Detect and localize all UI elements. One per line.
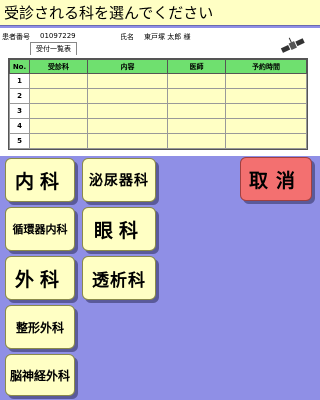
row-doctor bbox=[167, 103, 226, 119]
department-button-neurosurgery[interactable]: 脳神経外科 bbox=[5, 354, 75, 396]
row-number: 4 bbox=[9, 118, 30, 134]
reception-list-tab: 受付一覧表 bbox=[30, 42, 77, 55]
patient-name-label: 氏名 bbox=[120, 33, 134, 41]
table-header-row: No. 受診科 内容 医師 予約時間 bbox=[9, 59, 307, 74]
row-number: 5 bbox=[9, 133, 30, 149]
table-row: 5 bbox=[9, 133, 307, 149]
page-title: 受診される科を選んでください bbox=[0, 0, 320, 26]
department-button-orthopedics[interactable]: 整形外科 bbox=[5, 305, 75, 349]
department-button-cardio[interactable]: 循環器内科 bbox=[5, 207, 75, 251]
table-row: 3 bbox=[9, 103, 307, 119]
row-content bbox=[87, 73, 168, 89]
row-doctor bbox=[167, 133, 226, 149]
row-dept bbox=[29, 133, 88, 149]
cancel-button[interactable]: 取消 bbox=[240, 157, 312, 201]
table-row: 2 bbox=[9, 88, 307, 104]
department-button-surgery[interactable]: 外科 bbox=[5, 256, 75, 300]
department-button-urology[interactable]: 泌尿器科 bbox=[82, 158, 156, 202]
row-content bbox=[87, 103, 168, 119]
row-number: 1 bbox=[9, 73, 30, 89]
department-button-internal[interactable]: 内科 bbox=[5, 158, 75, 202]
row-doctor bbox=[167, 118, 226, 134]
row-dept bbox=[29, 73, 88, 89]
patient-name-value: 東戸塚 太郎 様 bbox=[144, 33, 191, 41]
column-header-time: 予約時間 bbox=[225, 59, 307, 74]
row-time bbox=[225, 73, 307, 89]
department-button-ophthalmology[interactable]: 眼科 bbox=[82, 207, 156, 251]
department-button-dialysis[interactable]: 透析科 bbox=[82, 256, 156, 300]
column-header-no: No. bbox=[9, 59, 30, 74]
column-header-dept: 受診科 bbox=[29, 59, 88, 74]
column-header-content: 内容 bbox=[87, 59, 168, 74]
row-content bbox=[87, 88, 168, 104]
row-content bbox=[87, 118, 168, 134]
patient-id-label: 患者番号 bbox=[2, 33, 30, 41]
row-number: 3 bbox=[9, 103, 30, 119]
reception-info-panel: 患者番号 01097229 氏名 東戸塚 太郎 様 受付一覧表 No. 受診科 … bbox=[0, 28, 320, 156]
row-number: 2 bbox=[9, 88, 30, 104]
reception-table: No. 受診科 内容 医師 予約時間 1 2 3 4 5 bbox=[8, 58, 308, 150]
row-doctor bbox=[167, 88, 226, 104]
row-dept bbox=[29, 118, 88, 134]
patient-id-value: 01097229 bbox=[40, 32, 76, 40]
column-header-doctor: 医師 bbox=[167, 59, 226, 74]
row-doctor bbox=[167, 73, 226, 89]
row-time bbox=[225, 88, 307, 104]
row-dept bbox=[29, 103, 88, 119]
row-time bbox=[225, 133, 307, 149]
row-time bbox=[225, 118, 307, 134]
table-row: 4 bbox=[9, 118, 307, 134]
row-content bbox=[87, 133, 168, 149]
table-row: 1 bbox=[9, 73, 307, 89]
satellite-icon bbox=[280, 37, 305, 53]
row-dept bbox=[29, 88, 88, 104]
row-time bbox=[225, 103, 307, 119]
